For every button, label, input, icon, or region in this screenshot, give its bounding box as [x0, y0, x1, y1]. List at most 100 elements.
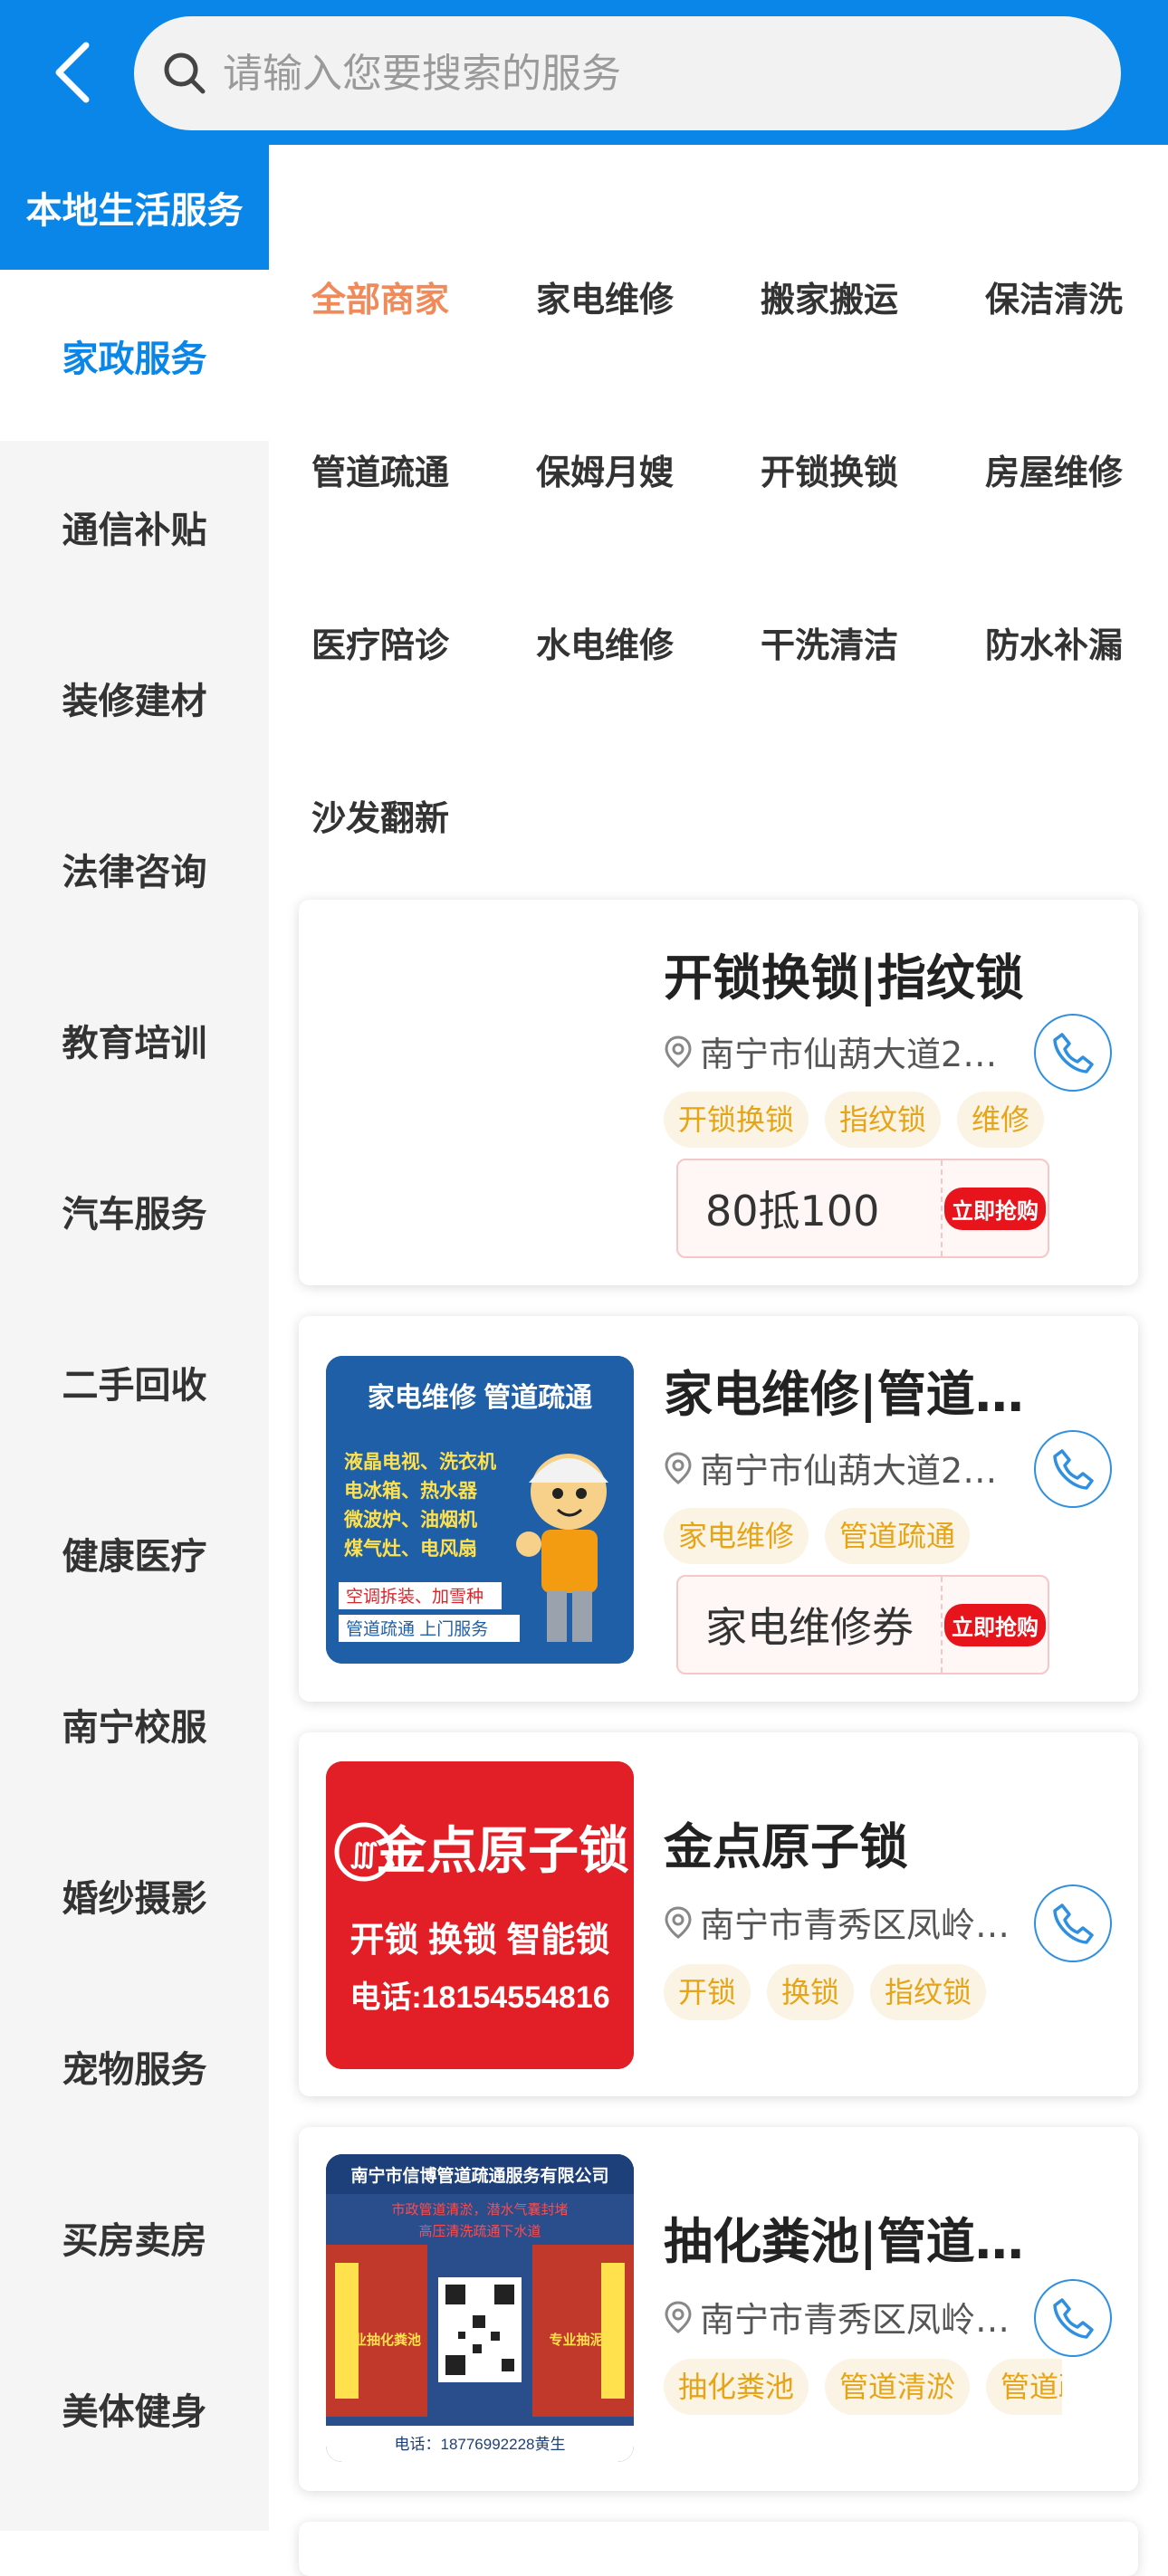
category-medical-escort[interactable]: 医疗陪诊 [311, 617, 449, 667]
merchant-address: 南宁市仙葫大道268号 [664, 1443, 1017, 1493]
phone-call-button[interactable] [1034, 1884, 1112, 1962]
thumb-line: 煤气灶、电风扇 [344, 1538, 477, 1560]
merchant-card[interactable]: ∭ 金点原子锁 开锁 换锁 智能锁 电话:18154554816 金点原子锁 南… [299, 1732, 1138, 2096]
tag: 管道疏通 [986, 2359, 1062, 2415]
category-cleaning[interactable]: 保洁清洗 [985, 272, 1123, 321]
sidebar-item-school-uniform[interactable]: 南宁校服 [0, 1638, 269, 1809]
thumb-line: 液晶电视、洗衣机 [344, 1451, 496, 1473]
merchant-address: 南宁市青秀区凤岭北路 [664, 1897, 1017, 1947]
merchant-title: 家电维修|管道疏通 [664, 1366, 1026, 1423]
tag: 指纹锁 [870, 1964, 987, 2020]
sidebar-item-real-estate[interactable]: 买房卖房 [0, 2151, 269, 2323]
merchant-thumbnail[interactable]: ∭ 金点原子锁 开锁 换锁 智能锁 电话:18154554816 [326, 1761, 634, 2069]
sidebar-item-recycling[interactable]: 二手回收 [0, 1296, 269, 1467]
chevron-left-icon [55, 42, 90, 103]
category-sofa-renovation[interactable]: 沙发翻新 [311, 790, 449, 840]
sidebar-item-legal[interactable]: 法律咨询 [0, 783, 269, 954]
top-bar [0, 0, 1168, 145]
merchant-address: 南宁市仙葫大道268号 [664, 1026, 1017, 1076]
merchant-tags: 家电维修 管道疏通 [664, 1508, 1062, 1564]
coupon[interactable]: 家电维修券 立即抢购 [676, 1575, 1049, 1674]
category-house-repair[interactable]: 房屋维修 [985, 444, 1123, 494]
search-input[interactable] [223, 37, 1038, 110]
sidebar-item-pets[interactable]: 宠物服务 [0, 1980, 269, 2151]
phone-call-button[interactable] [1034, 2279, 1112, 2357]
tag: 开锁换锁 [664, 1092, 809, 1148]
category-waterproofing[interactable]: 防水补漏 [985, 617, 1123, 667]
merchant-address: 南宁市青秀区凤岭北路 [664, 2292, 1017, 2342]
merchant-title: 开锁换锁|指纹锁 [664, 949, 1024, 1007]
category-appliance-repair[interactable]: 家电维修 [536, 272, 674, 321]
thumb-line: 电冰箱、热水器 [344, 1480, 478, 1502]
thumb-phone: 电话：18776992228黄生 [394, 2436, 565, 2453]
thumb-brand: 金点原子锁 [375, 1822, 629, 1879]
location-pin-icon [664, 1905, 693, 1940]
category-locksmith[interactable]: 开锁换锁 [761, 444, 898, 494]
sidebar-item-decoration[interactable]: 装修建材 [0, 612, 269, 783]
address-text: 南宁市青秀区凤岭北路 [700, 1905, 1017, 1945]
category-plumbing-electric[interactable]: 水电维修 [536, 617, 674, 667]
tag: 维修 [957, 1092, 1045, 1148]
coupon-title: 80抵100 [678, 1160, 943, 1256]
thumb-sub: 市政管道清淤，潜水气囊封堵 [391, 2202, 568, 2218]
buy-now-button[interactable]: 立即抢购 [943, 1160, 1048, 1256]
search-box[interactable] [134, 16, 1121, 130]
merchant-card[interactable]: 开锁换锁|指纹锁 南宁市仙葫大道268号 开锁换锁 指纹锁 维修 80抵100 立即… [299, 900, 1138, 1285]
merchant-title: 抽化粪池|管道清淤 [664, 2213, 1026, 2270]
sidebar-item-housekeeping[interactable]: 家政服务 [0, 270, 269, 441]
buy-now-button[interactable]: 立即抢购 [943, 1577, 1048, 1673]
merchant-thumbnail[interactable]: 南宁市信博管道疏通服务有限公司 市政管道清淤，潜水气囊封堵 高压清洗疏通下水道 … [326, 2154, 634, 2462]
tag: 家电维修 [664, 1508, 809, 1564]
tag: 管道清淤 [825, 2359, 971, 2415]
sidebar-item-fitness[interactable]: 美体健身 [0, 2323, 269, 2494]
category-sidebar: 本地生活服务 家政服务 通信补贴 装修建材 法律咨询 教育培训 汽车服务 二手回… [0, 145, 269, 2531]
tag: 换锁 [767, 1964, 855, 2020]
sidebar-item-education[interactable]: 教育培训 [0, 954, 269, 1125]
sidebar-item-telecom-subsidy[interactable]: 通信补贴 [0, 441, 269, 612]
phone-call-button[interactable] [1034, 1430, 1112, 1508]
merchant-card[interactable]: 家电维修 管道疏通 液晶电视、洗衣机 电冰箱、热水器 微波炉、油烟机 煤气灶、电… [299, 1316, 1138, 1702]
back-button[interactable] [36, 34, 109, 110]
svg-text:∭: ∭ [349, 1839, 378, 1869]
sidebar-item-wedding-photo[interactable]: 婚纱摄影 [0, 1809, 269, 1980]
thumb-sub: 高压清洗疏通下水道 [418, 2224, 541, 2239]
sidebar-item-health[interactable]: 健康医疗 [0, 1467, 269, 1638]
merchant-card[interactable]: 南宁市信博管道疏通服务有限公司 市政管道清淤，潜水气囊封堵 高压清洗疏通下水道 … [299, 2127, 1138, 2491]
merchant-card[interactable] [299, 2522, 1138, 2576]
tag: 指纹锁 [825, 1092, 942, 1148]
thumb-foot: 管道疏通 上门服务 [346, 1619, 488, 1639]
category-dry-cleaning[interactable]: 干洗清洁 [761, 617, 898, 667]
address-text: 南宁市青秀区凤岭北路 [700, 2300, 1017, 2340]
category-all[interactable]: 全部商家 [311, 272, 449, 321]
sidebar-item-auto[interactable]: 汽车服务 [0, 1125, 269, 1296]
buy-now-label: 立即抢购 [944, 1603, 1046, 1646]
category-moving[interactable]: 搬家搬运 [761, 272, 898, 321]
category-pipe-dredging[interactable]: 管道疏通 [311, 444, 449, 494]
thumb-left-text: 专业抽化粪池 [340, 2332, 421, 2348]
thumb-company: 南宁市信博管道疏通服务有限公司 [350, 2165, 608, 2186]
tag: 开锁 [664, 1964, 752, 2020]
address-text: 南宁市仙葫大道268号 [700, 1451, 1017, 1491]
tag: 抽化粪池 [664, 2359, 809, 2415]
phone-icon [1053, 1033, 1094, 1073]
thumb-phone: 电话:18154554816 [349, 1980, 609, 2015]
phone-call-button[interactable] [1034, 1014, 1112, 1092]
merchant-tags: 抽化粪池管道清淤管道疏通 [664, 2359, 1062, 2415]
tag: 管道疏通 [825, 1508, 971, 1564]
merchant-tags: 开锁换锁 指纹锁 维修 [664, 1092, 1062, 1148]
thumb-line: 微波炉、油烟机 [343, 1509, 477, 1531]
buy-now-label: 立即抢购 [944, 1187, 1046, 1230]
category-nanny[interactable]: 保姆月嫂 [536, 444, 674, 494]
location-pin-icon [664, 1035, 693, 1069]
merchant-thumbnail[interactable]: 家电维修 管道疏通 液晶电视、洗衣机 电冰箱、热水器 微波炉、油烟机 煤气灶、电… [326, 1356, 634, 1664]
thumb-services: 开锁 换锁 智能锁 [349, 1922, 609, 1960]
coupon-title: 家电维修券 [678, 1577, 943, 1673]
location-pin-icon [664, 1451, 693, 1485]
location-pin-icon [664, 2300, 693, 2334]
sidebar-header: 本地生活服务 [0, 145, 269, 270]
coupon[interactable]: 80抵100 立即抢购 [676, 1159, 1049, 1258]
phone-icon [1053, 2298, 1094, 2339]
thumb-heading: 家电维修 管道疏通 [368, 1382, 592, 1413]
thumb-foot: 空调拆装、加雪种 [346, 1587, 483, 1607]
thumb-right-text: 专业抽泥浆 [549, 2332, 618, 2348]
